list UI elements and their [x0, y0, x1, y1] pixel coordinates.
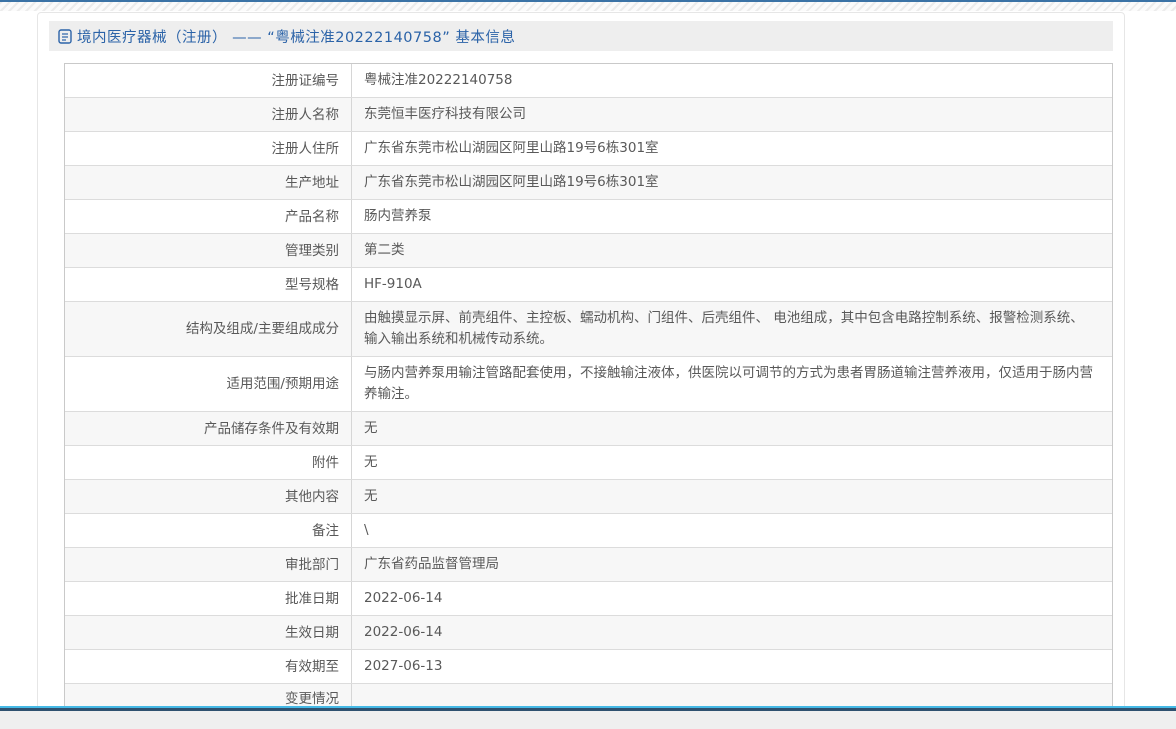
table-row: 有效期至 2027-06-13	[65, 650, 1112, 684]
table-row: 其他内容 无	[65, 480, 1112, 514]
row-label: 审批部门	[65, 548, 352, 581]
row-label-text: 生效日期	[285, 625, 339, 641]
row-label: 结构及组成/主要组成成分	[65, 302, 352, 356]
table-row: 审批部门 广东省药品监督管理局	[65, 548, 1112, 582]
table-row: 注册证编号 粤械注准20222140758	[65, 64, 1112, 98]
row-label-text: 审批部门	[285, 557, 339, 573]
row-value: 广东省东莞市松山湖园区阿里山路19号6栋301室	[352, 132, 1112, 165]
row-label-text: 批准日期	[285, 591, 339, 607]
row-label-text: 生产地址	[285, 175, 339, 191]
top-hatch-band	[0, 2, 1176, 11]
row-value: \	[352, 514, 1112, 547]
table-row: 批准日期 2022-06-14	[65, 582, 1112, 616]
table-row: 注册人住所 广东省东莞市松山湖园区阿里山路19号6栋301室	[65, 132, 1112, 166]
row-value: 东莞恒丰医疗科技有限公司	[352, 98, 1112, 131]
table-row: 注册人名称 东莞恒丰医疗科技有限公司	[65, 98, 1112, 132]
row-label: 其他内容	[65, 480, 352, 513]
row-value: 2022-06-14	[352, 582, 1112, 615]
row-label-text: 结构及组成/主要组成成分	[186, 321, 339, 337]
row-value: 肠内营养泵	[352, 200, 1112, 233]
row-label-text: 型号规格	[285, 277, 339, 293]
info-table: 注册证编号 粤械注准20222140758 注册人名称 东莞恒丰医疗科技有限公司…	[64, 63, 1113, 729]
footer-bar	[0, 706, 1176, 729]
row-value: 2022-06-14	[352, 616, 1112, 649]
table-row: 附件 无	[65, 446, 1112, 480]
footer-inner	[0, 708, 1176, 729]
row-label-text: 产品储存条件及有效期	[204, 421, 339, 437]
row-label: 附件	[65, 446, 352, 479]
row-label: 注册证编号	[65, 64, 352, 97]
row-label: 产品储存条件及有效期	[65, 412, 352, 445]
registration-info-card: 境内医疗器械（注册） —— “粤械注准20222140758” 基本信息 注册证…	[37, 12, 1125, 729]
row-label: 型号规格	[65, 268, 352, 301]
document-icon	[58, 29, 72, 44]
table-row: 生效日期 2022-06-14	[65, 616, 1112, 650]
table-row: 适用范围/预期用途 与肠内营养泵用输注管路配套使用，不接触输注液体，供医院以可调…	[65, 357, 1112, 412]
row-label-text: 注册人住所	[272, 141, 340, 157]
row-label-text: 产品名称	[285, 209, 339, 225]
table-row: 产品储存条件及有效期 无	[65, 412, 1112, 446]
row-label: 适用范围/预期用途	[65, 357, 352, 411]
table-row: 生产地址 广东省东莞市松山湖园区阿里山路19号6栋301室	[65, 166, 1112, 200]
row-value: 第二类	[352, 234, 1112, 267]
row-value: 广东省药品监督管理局	[352, 548, 1112, 581]
row-label: 生产地址	[65, 166, 352, 199]
table-row: 管理类别 第二类	[65, 234, 1112, 268]
row-value: 无	[352, 480, 1112, 513]
row-value: 2027-06-13	[352, 650, 1112, 683]
row-value: 粤械注准20222140758	[352, 64, 1112, 97]
row-label-text: 适用范围/预期用途	[226, 376, 339, 392]
row-label-text: 附件	[312, 455, 339, 471]
card-header-bar: 境内医疗器械（注册） —— “粤械注准20222140758” 基本信息	[49, 21, 1113, 51]
row-label-text: 备注	[312, 523, 339, 539]
row-label-text: 管理类别	[285, 243, 339, 259]
row-value: HF-910A	[352, 268, 1112, 301]
table-row: 产品名称 肠内营养泵	[65, 200, 1112, 234]
row-label: 注册人住所	[65, 132, 352, 165]
row-label: 管理类别	[65, 234, 352, 267]
table-row: 型号规格 HF-910A	[65, 268, 1112, 302]
row-value: 广东省东莞市松山湖园区阿里山路19号6栋301室	[352, 166, 1112, 199]
row-label: 有效期至	[65, 650, 352, 683]
row-value: 由触摸显示屏、前壳组件、主控板、蠕动机构、门组件、后壳组件、 电池组成，其中包含…	[352, 302, 1112, 356]
row-label: 产品名称	[65, 200, 352, 233]
row-label-text: 注册证编号	[272, 73, 340, 89]
row-label-text: 注册人名称	[272, 107, 340, 123]
row-label-text: 变更情况	[285, 691, 339, 707]
page-title: 境内医疗器械（注册） —— “粤械注准20222140758” 基本信息	[77, 26, 515, 47]
row-value: 与肠内营养泵用输注管路配套使用，不接触输注液体，供医院以可调节的方式为患者胃肠道…	[352, 357, 1112, 411]
row-label-text: 其他内容	[285, 489, 339, 505]
row-label: 批准日期	[65, 582, 352, 615]
row-label: 备注	[65, 514, 352, 547]
row-value: 无	[352, 412, 1112, 445]
table-row: 结构及组成/主要组成成分 由触摸显示屏、前壳组件、主控板、蠕动机构、门组件、后壳…	[65, 302, 1112, 357]
row-label: 注册人名称	[65, 98, 352, 131]
row-label-text: 有效期至	[285, 659, 339, 675]
row-value: 无	[352, 446, 1112, 479]
table-row: 备注 \	[65, 514, 1112, 548]
row-label: 生效日期	[65, 616, 352, 649]
